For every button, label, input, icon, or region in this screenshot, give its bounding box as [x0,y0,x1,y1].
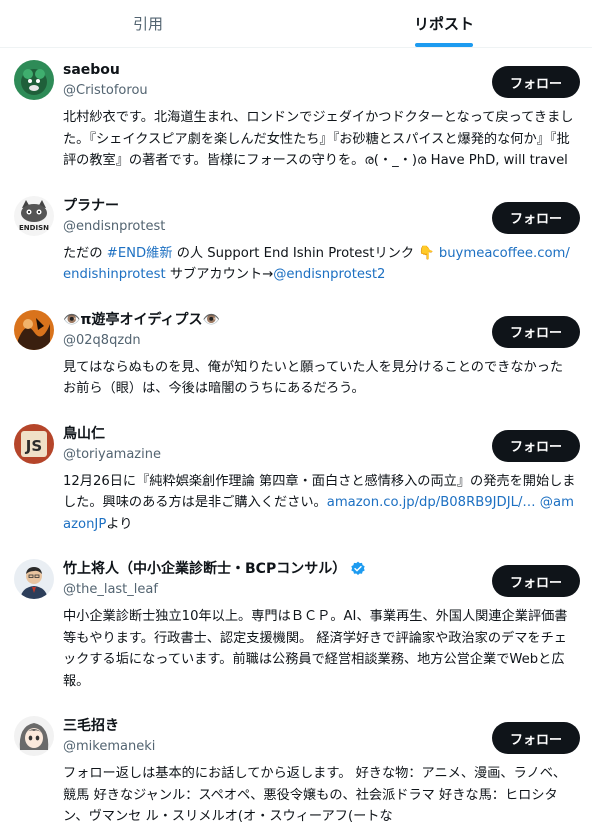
bio-text: 中小企業診断士独立10年以上。専門はＢＣＰ。AI、事業再生、外国人関連企業評価書… [63,609,568,689]
orange-illustration-icon [14,309,54,350]
follow-button[interactable]: フォロー [492,315,580,348]
tab-bar: 引用 リポスト [0,0,592,48]
tab-reposts[interactable]: リポスト [296,0,592,47]
user-cell[interactable]: JS 鳥山仁 @toriyamazine フォロー 12月26日に『純粋娯楽創作… [0,412,592,548]
user-cell[interactable]: ENDISN プラナー @endisnprotest フォロー ただの #END… [0,184,592,298]
businessman-photo-icon [14,559,54,599]
js-badge-icon: JS [14,423,54,464]
display-name[interactable]: 三毛招き [63,716,119,736]
display-name[interactable]: saebou [63,60,120,80]
bio-text: フォロー返しは基本的にお話してから返します。 好きな物：アニメ、漫画、ラノベ、競… [63,766,567,824]
avatar[interactable]: JS [14,423,54,464]
bio-text: の人 Support End Ishin Protestリンク 👇 [172,245,439,261]
svg-text:ENDISN: ENDISN [19,224,49,232]
bio-link[interactable]: @endisnprotest2 [273,267,385,282]
user-handle[interactable]: @02q8qzdn [63,331,220,351]
user-handle[interactable]: @endisnprotest [63,217,165,237]
display-name[interactable]: 👁️π遊亭オイディプス👁️ [63,310,220,330]
tab-label: 引用 [132,15,163,33]
display-name[interactable]: 鳥山仁 [63,424,105,444]
bio-text: ただの [63,245,107,261]
avatar[interactable] [14,309,54,350]
bio-text: より [106,516,133,532]
user-bio: 中小企業診断士独立10年以上。専門はＢＣＰ。AI、事業再生、外国人関連企業評価書… [63,606,576,692]
follow-button[interactable]: フォロー [492,722,580,754]
cat-endisn-icon: ENDISN [14,195,54,236]
bio-link[interactable]: #END維新 [107,246,173,261]
user-bio: 12月26日に『純粋娯楽創作理論 第四章・面白さと感情移入の両立』の発売を開始し… [63,471,576,536]
display-name[interactable]: プラナー [63,196,119,216]
user-list: saebou @Cristoforou フォロー 北村紗衣です。北海道生まれ、ロ… [0,48,592,833]
tab-label: リポスト [413,15,474,33]
follow-button[interactable]: フォロー [492,201,580,234]
avatar[interactable] [14,716,54,756]
user-bio: フォロー返しは基本的にお話してから返します。 好きな物：アニメ、漫画、ラノベ、競… [63,763,576,828]
avatar[interactable] [14,60,54,100]
tab-quotes[interactable]: 引用 [0,0,296,47]
user-cell[interactable]: 竹上将人（中小企業診断士・BCPコンサル） @the_last_leaf フォロ… [0,547,592,704]
bio-text: サブアカウント→ [165,267,274,282]
bio-text: 北村紗衣です。北海道生まれ、ロンドンでジェダイかつドクターとなって戻ってきました… [63,110,574,168]
user-cell[interactable]: saebou @Cristoforou フォロー 北村紗衣です。北海道生まれ、ロ… [0,48,592,184]
anime-girl-icon [14,716,54,756]
user-bio: 見てはならぬものを見、俺が知りたいと願っていた人を見分けることのできなかったお前… [63,357,576,400]
svg-text:JS: JS [25,437,42,455]
avatar[interactable]: ENDISN [14,195,54,236]
user-bio: 北村紗衣です。北海道生まれ、ロンドンでジェダイかつドクターとなって戻ってきました… [63,107,576,172]
bio-link[interactable]: amazon.co.jp/dp/B08RB9JDJL/… [327,495,536,510]
display-name[interactable]: 竹上将人（中小企業診断士・BCPコンサル） [63,559,346,579]
user-handle[interactable]: @toriyamazine [63,445,161,465]
follow-button[interactable]: フォロー [492,429,580,462]
user-cell[interactable]: 三毛招き @mikemaneki フォロー フォロー返しは基本的にお話してから返… [0,704,592,833]
user-handle[interactable]: @mikemaneki [63,737,155,757]
follow-button[interactable]: フォロー [492,565,580,597]
user-handle[interactable]: @the_last_leaf [63,580,366,600]
avatar[interactable] [14,559,54,599]
verified-badge-icon [351,561,365,575]
follow-button[interactable]: フォロー [492,66,580,98]
user-cell[interactable]: 👁️π遊亭オイディプス👁️ @02q8qzdn フォロー 見てはならぬものを見、… [0,298,592,412]
bio-text: 見てはならぬものを見、俺が知りたいと願っていた人を見分けることのできなかったお前… [63,359,564,397]
user-bio: ただの #END維新 の人 Support End Ishin Protestリ… [63,243,576,286]
green-creature-icon [14,60,54,100]
user-handle[interactable]: @Cristoforou [63,81,148,101]
active-tab-indicator [415,43,473,47]
